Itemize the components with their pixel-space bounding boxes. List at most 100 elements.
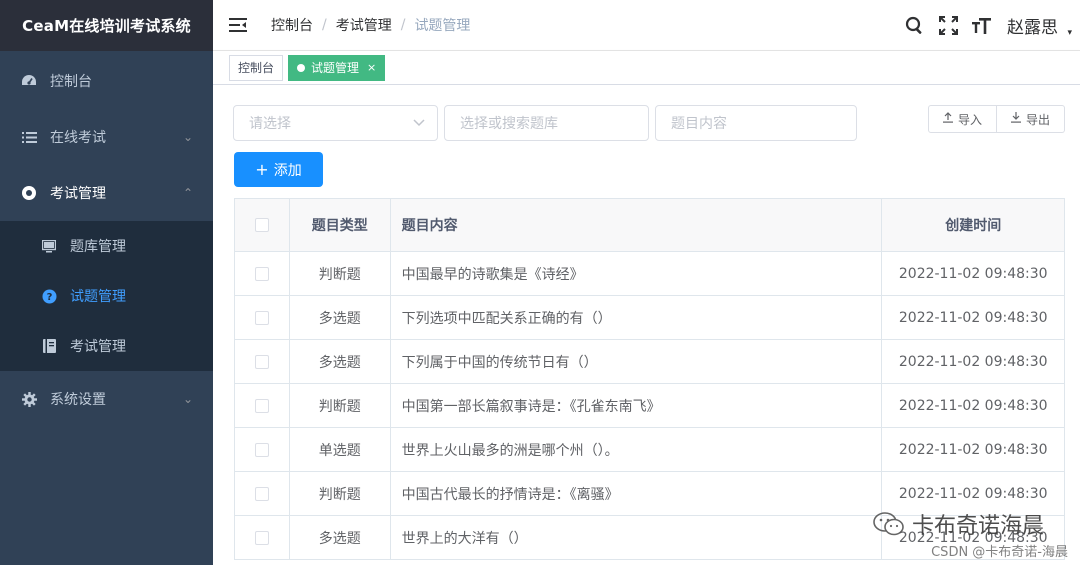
sidebar-item-exam-admin[interactable]: 考试管理: [0, 321, 213, 371]
export-button[interactable]: 导出: [996, 105, 1065, 133]
row-checkbox-cell: [235, 252, 290, 295]
main-content: 请选择 选择或搜索题库 题目内容 导入 导出 + 添加 题目类型 题目内容 创建…: [213, 85, 1080, 565]
sidebar-item-settings[interactable]: 系统设置 ⌄: [0, 371, 213, 427]
table-header-row: 题目类型 题目内容 创建时间: [235, 199, 1064, 252]
question-circle-icon: ?: [40, 287, 58, 305]
cell-time: 2022-11-02 09:48:30: [898, 441, 1048, 458]
close-icon[interactable]: ×: [367, 56, 376, 80]
sidebar-item-label: 考试管理: [50, 186, 106, 202]
select-all-checkbox[interactable]: [254, 218, 269, 232]
header-time: 创建时间: [945, 218, 1002, 234]
list-icon: [20, 128, 38, 146]
cell-content: 世界上的大洋有（）: [391, 516, 883, 559]
header-content: 题目内容: [391, 199, 883, 251]
wechat-logo-icon: [873, 512, 904, 536]
hamburger-toggle[interactable]: [213, 0, 263, 51]
watermark: 卡布奇诺海晨: [872, 508, 1044, 540]
row-checkbox[interactable]: [254, 354, 269, 369]
app-logo-title: CeaM在线培训考试系统: [0, 0, 213, 51]
header-checkbox-cell: [235, 199, 290, 251]
table-row[interactable]: 单选题 世界上火山最多的洲是哪个州（）。 2022-11-02 09:48:30: [235, 428, 1064, 472]
cell-time: 2022-11-02 09:48:30: [898, 397, 1048, 414]
watermark-text: 卡布奇诺海晨: [911, 514, 1044, 539]
cell-time: 2022-11-02 09:48:30: [898, 265, 1048, 282]
table-row[interactable]: 多选题 下列选项中匹配关系正确的有（） 2022-11-02 09:48:30: [235, 296, 1064, 340]
breadcrumb-separator: /: [400, 17, 406, 33]
breadcrumb-item-dashboard[interactable]: 控制台: [271, 15, 313, 35]
tag-label: 试题管理: [311, 60, 360, 75]
sidebar-item-label: 在线考试: [50, 130, 106, 146]
row-checkbox[interactable]: [254, 398, 269, 413]
table-row[interactable]: 判断题 中国第一部长篇叙事诗是：《孔雀东南飞》 2022-11-02 09:48…: [235, 384, 1064, 428]
row-checkbox[interactable]: [254, 442, 269, 457]
font-size-icon[interactable]: [965, 0, 999, 51]
username-label: 赵露思: [1007, 18, 1058, 38]
add-label: 添加: [273, 162, 302, 179]
table-header: 题目类型 题目内容 创建时间: [235, 199, 1064, 252]
user-dropdown[interactable]: 赵露思 ▾: [1007, 13, 1072, 38]
breadcrumb-item-current: 试题管理: [414, 18, 471, 34]
cell-content: 中国最早的诗歌集是《诗经》: [391, 252, 883, 295]
import-label: 导入: [957, 112, 982, 127]
row-checkbox-cell: [235, 340, 290, 383]
search-icon[interactable]: [897, 0, 931, 51]
cell-type: 多选题: [290, 296, 391, 339]
row-checkbox-cell: [235, 428, 290, 471]
question-type-select[interactable]: 请选择: [233, 105, 438, 141]
repo-search-select[interactable]: 选择或搜索题库: [444, 105, 649, 141]
sidebar-item-label: 试题管理: [70, 289, 126, 305]
sidebar-item-exam-management[interactable]: 考试管理 ⌃: [0, 165, 213, 221]
monitor-icon: [40, 237, 58, 255]
table-row[interactable]: 多选题 下列属于中国的传统节日有（） 2022-11-02 09:48:30: [235, 340, 1064, 384]
import-button[interactable]: 导入: [927, 105, 997, 133]
tags-view: 控制台 试题管理 ×: [213, 51, 1080, 85]
row-checkbox[interactable]: [254, 310, 269, 325]
app-root: CeaM在线培训考试系统 控制台 在线考试 ⌄ 考试管理 ⌃ 题库管理 ? 试题…: [0, 0, 1080, 565]
menu-fold-icon: [229, 18, 247, 32]
fullscreen-icon[interactable]: [931, 0, 965, 51]
cell-type: 判断题: [290, 472, 391, 515]
book-icon: [40, 337, 58, 355]
sidebar-item-question-bank[interactable]: 题库管理: [0, 221, 213, 271]
tag-question-management[interactable]: 试题管理 ×: [288, 54, 386, 81]
sidebar-item-online-exam[interactable]: 在线考试 ⌄: [0, 109, 213, 165]
gear-icon: [20, 390, 38, 408]
export-label: 导出: [1025, 112, 1050, 127]
submenu-exam-management: 题库管理 ? 试题管理 考试管理: [0, 221, 213, 371]
cell-content: 中国古代最长的抒情诗是：《离骚》: [391, 472, 883, 515]
import-export-group: 导入 导出: [927, 105, 1065, 133]
question-table: 题目类型 题目内容 创建时间 判断题 中国最早的诗歌集是《诗经》 2022-11…: [234, 198, 1065, 560]
chevron-up-icon: ⌃: [182, 186, 193, 200]
input-placeholder: 题目内容: [671, 116, 727, 132]
row-checkbox-cell: [235, 516, 290, 559]
cell-type: 多选题: [290, 340, 391, 383]
select-placeholder: 选择或搜索题库: [460, 116, 558, 132]
add-button[interactable]: + 添加: [234, 152, 323, 187]
cell-content: 下列选项中匹配关系正确的有（）: [391, 296, 883, 339]
upload-icon: [942, 112, 953, 126]
sidebar-item-label: 控制台: [50, 74, 92, 90]
row-checkbox-cell: [235, 296, 290, 339]
row-checkbox[interactable]: [254, 486, 269, 501]
row-checkbox[interactable]: [254, 266, 269, 281]
tag-label: 控制台: [238, 60, 275, 75]
chevron-down-icon: [413, 115, 425, 131]
chevron-down-icon: ⌄: [182, 130, 193, 144]
header-type: 题目类型: [290, 199, 391, 251]
table-row[interactable]: 判断题 中国最早的诗歌集是《诗经》 2022-11-02 09:48:30: [235, 252, 1064, 296]
sidebar-item-label: 题库管理: [70, 239, 126, 255]
active-dot-icon: [297, 63, 306, 72]
breadcrumb: 控制台 / 考试管理 / 试题管理: [271, 15, 470, 35]
cell-type: 单选题: [290, 428, 391, 471]
navbar: 控制台 / 考试管理 / 试题管理 赵露思 ▾: [213, 0, 1080, 51]
tag-dashboard[interactable]: 控制台: [229, 54, 284, 81]
sidebar-item-label: 考试管理: [70, 339, 126, 355]
sidebar-item-dashboard[interactable]: 控制台: [0, 53, 213, 109]
sidebar-item-question-management[interactable]: ? 试题管理: [0, 271, 213, 321]
content-search-input[interactable]: 题目内容: [655, 105, 857, 141]
breadcrumb-item-exam-management[interactable]: 考试管理: [336, 15, 392, 35]
cell-time: 2022-11-02 09:48:30: [898, 309, 1048, 326]
row-checkbox[interactable]: [254, 530, 269, 545]
cell-type: 判断题: [290, 252, 391, 295]
sidebar: CeaM在线培训考试系统 控制台 在线考试 ⌄ 考试管理 ⌃ 题库管理 ? 试题…: [0, 0, 213, 565]
